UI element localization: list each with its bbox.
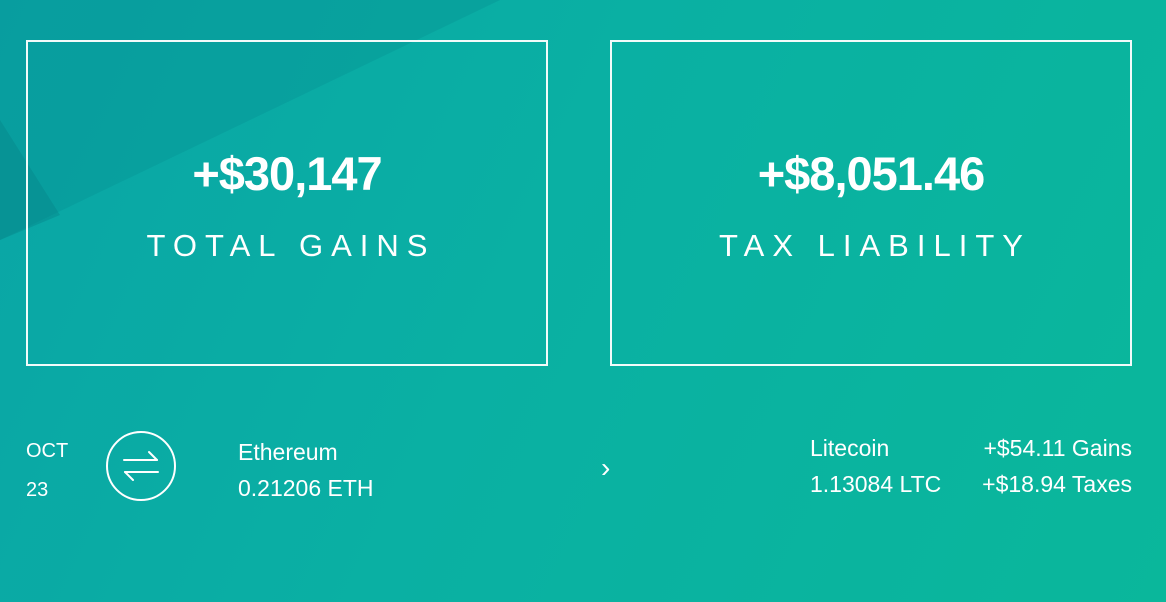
tax-liability-card: +$8,051.46 TAX LIABILITY <box>610 40 1132 366</box>
chevron-right-icon[interactable]: › <box>601 454 610 482</box>
transaction-month: OCT <box>26 440 69 462</box>
swap-arrows-icon <box>106 431 176 501</box>
transaction-results: +$54.11 Gains +$18.94 Taxes <box>982 430 1132 502</box>
transaction-row[interactable]: OCT 23 Ethereum 0.21206 ETH › Litecoin 1… <box>0 420 1166 520</box>
transaction-day: 23 <box>26 479 49 501</box>
to-currency: Litecoin <box>810 435 890 461</box>
from-asset: Ethereum 0.21206 ETH <box>238 434 374 506</box>
tax-liability-label: TAX LIABILITY <box>719 228 1031 263</box>
transaction-date: OCT 23 <box>26 440 68 501</box>
transaction-taxes: +$18.94 Taxes <box>982 471 1132 497</box>
transaction-gains: +$54.11 Gains <box>983 435 1132 461</box>
from-amount: 0.21206 ETH <box>238 475 374 501</box>
from-currency: Ethereum <box>238 439 338 465</box>
tax-liability-amount: +$8,051.46 <box>757 147 986 200</box>
to-amount: 1.13084 LTC <box>810 471 942 497</box>
total-gains-amount: +$30,147 <box>192 147 382 200</box>
to-asset: Litecoin 1.13084 LTC <box>810 430 941 502</box>
total-gains-label: TOTAL GAINS <box>146 228 436 263</box>
total-gains-card: +$30,147 TOTAL GAINS <box>26 40 548 366</box>
